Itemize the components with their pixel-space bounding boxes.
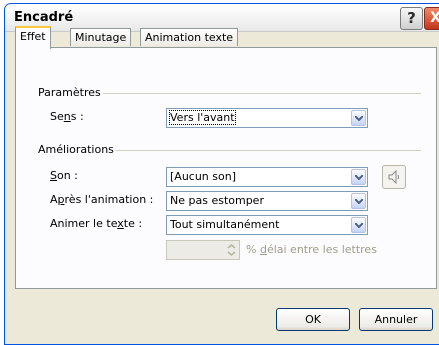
apres-animation-select[interactable]: Ne pas estomper <box>166 191 368 211</box>
animer-texte-select[interactable]: Tout simultanément <box>166 215 368 235</box>
window-title: Encadré <box>14 10 74 25</box>
animer-texte-label: Animer le texte : <box>50 217 143 230</box>
tab-minutage[interactable]: Minutage <box>70 28 132 46</box>
son-value: [Aucun son] <box>170 170 236 183</box>
sens-select[interactable]: Vers l'avant <box>166 108 368 128</box>
speaker-icon <box>388 170 399 184</box>
son-label: Son : <box>50 169 78 182</box>
chevron-down-icon[interactable] <box>351 169 366 185</box>
tab-panel: Paramètres Sens : Vers l'avant Améliorat… <box>15 47 437 289</box>
group-label-ameliorations: Améliorations <box>38 143 116 156</box>
group-label-parametres: Paramètres <box>38 86 103 99</box>
sens-label: Sens : <box>50 110 84 123</box>
group-divider <box>91 93 421 94</box>
sens-value: Vers l'avant <box>169 110 236 125</box>
chevron-down-icon[interactable] <box>351 217 366 233</box>
delai-hint: % délai entre les lettres <box>246 243 377 256</box>
help-button[interactable]: ? <box>400 7 423 30</box>
animer-texte-value: Tout simultanément <box>170 218 280 231</box>
sound-volume-button[interactable] <box>382 165 406 189</box>
cancel-button[interactable]: Annuler <box>359 308 433 331</box>
chevron-down-icon[interactable] <box>351 193 366 209</box>
delai-spinner[interactable] <box>166 240 240 260</box>
apres-animation-label: Après l'animation : <box>50 193 154 206</box>
apres-animation-value: Ne pas estomper <box>170 194 264 207</box>
ok-button[interactable]: OK <box>276 308 350 331</box>
tab-animation-texte[interactable]: Animation texte <box>140 28 239 46</box>
group-divider <box>106 150 421 151</box>
chevron-down-icon[interactable] <box>351 110 366 126</box>
spinner-arrows-icon[interactable] <box>225 242 238 258</box>
tab-effet[interactable]: Effet <box>15 26 51 49</box>
close-button[interactable]: X <box>424 7 439 30</box>
son-select[interactable]: [Aucun son] <box>166 167 368 187</box>
dialog-window: Encadré ? X Effet Minutage Animation tex… <box>4 3 439 345</box>
